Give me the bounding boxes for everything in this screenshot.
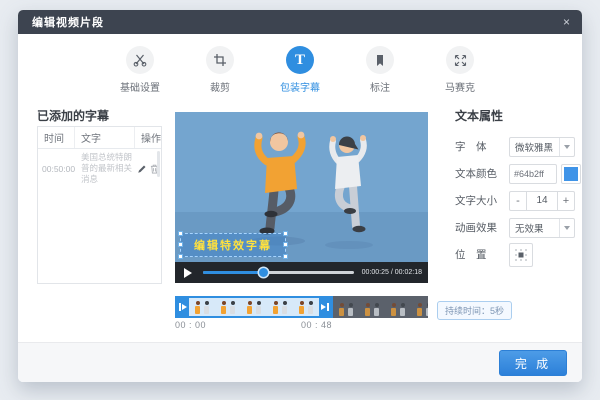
resize-handle[interactable] (283, 231, 288, 236)
chevron-down-icon (559, 138, 574, 156)
timeline-selected-range[interactable] (175, 296, 333, 318)
timeline-thumbnail (411, 308, 428, 316)
progress-fill (203, 271, 263, 274)
timeline-unselected[interactable] (333, 296, 428, 318)
animation-select[interactable]: 无效果 (509, 218, 575, 238)
timeline-thumbnail (189, 306, 215, 314)
edit-pencil-icon[interactable] (137, 164, 147, 174)
play-icon (184, 268, 192, 278)
timeline-thumbnail (333, 308, 359, 316)
subtitle-table-header: 时间 文字 操作 (38, 127, 161, 149)
timeline-thumbnail (359, 308, 385, 316)
subtitle-overlay[interactable]: 编辑特效字幕 (180, 233, 286, 257)
color-swatch-button[interactable] (561, 164, 581, 184)
crop-icon (206, 46, 234, 74)
timeline-strip[interactable] (175, 296, 428, 318)
dialog-titlebar: 编辑视频片段 × (18, 10, 582, 34)
trim-handle-left[interactable] (177, 298, 189, 316)
position-label: 位 置 (455, 247, 509, 262)
tab-subtitle[interactable]: T 包装字幕 (276, 46, 324, 104)
font-size-row: 文字大小 - 14 + (455, 190, 583, 211)
column-header-text: 文字 (75, 127, 135, 148)
timeline-thumbnail (215, 306, 241, 314)
timeline-start-time: 00 : 00 (175, 320, 206, 330)
timeline-end-time: 00 : 48 (301, 320, 332, 330)
play-button[interactable] (175, 262, 201, 283)
animation-label: 动画效果 (455, 220, 509, 235)
resize-handle[interactable] (178, 242, 183, 247)
size-decrease-button[interactable]: - (509, 191, 527, 211)
tab-annotation[interactable]: 标注 (356, 46, 404, 104)
resize-handle[interactable] (283, 254, 288, 259)
row-text: 美国总统特朗普的最新相关消息 (75, 149, 135, 188)
text-icon: T (286, 46, 314, 74)
animation-row: 动画效果 无效果 (455, 217, 583, 238)
text-color-label: 文本颜色 (455, 166, 509, 181)
done-button[interactable]: 完 成 (499, 350, 567, 376)
edit-mode-toolbar: 基础设置 裁剪 T 包装字幕 标注 马赛克 (18, 34, 582, 104)
trim-handle-right[interactable] (319, 298, 331, 316)
subtitle-overlay-text: 编辑特效字幕 (194, 240, 272, 252)
progress-slider[interactable] (203, 262, 354, 283)
timeline-thumbnail (293, 306, 319, 314)
subtitle-list-title: 已添加的字幕 (37, 107, 109, 124)
mosaic-icon (446, 46, 474, 74)
chevron-down-icon (559, 219, 574, 237)
text-properties-panel: 文本属性 字 体 微软雅黑 文本颜色 #64b2ff 文字大小 - 14 + (455, 107, 583, 271)
size-increase-button[interactable]: + (557, 191, 575, 211)
tab-label: 基础设置 (120, 79, 160, 94)
tab-label: 裁剪 (210, 79, 230, 94)
time-display: 00:00:25 / 00:02:18 (362, 269, 422, 276)
tab-crop[interactable]: 裁剪 (196, 46, 244, 104)
column-header-time: 时间 (38, 127, 75, 148)
tab-label: 标注 (370, 79, 390, 94)
tab-basic-settings[interactable]: 基础设置 (116, 46, 164, 104)
text-color-row: 文本颜色 #64b2ff (455, 163, 583, 184)
progress-thumb[interactable] (259, 268, 268, 277)
duration-tooltip: 持续时间：5秒 (437, 301, 512, 320)
video-preview[interactable]: 编辑特效字幕 00:00:25 / 00:02:18 (175, 112, 428, 283)
color-hex-input[interactable]: #64b2ff (509, 164, 557, 184)
column-header-operation: 操作 (135, 127, 161, 148)
tab-mosaic[interactable]: 马赛克 (436, 46, 484, 104)
player-controls: 00:00:25 / 00:02:18 (175, 262, 428, 283)
resize-handle[interactable] (178, 231, 183, 236)
row-time: 00:50:00 (38, 164, 75, 174)
position-grid-icon (514, 248, 528, 262)
font-value: 微软雅黑 (510, 140, 559, 154)
timeline-thumbnail (267, 306, 293, 314)
panel-title: 文本属性 (455, 107, 583, 124)
table-row[interactable]: 00:50:00 美国总统特朗普的最新相关消息 (38, 149, 161, 188)
font-row: 字 体 微软雅黑 (455, 136, 583, 157)
resize-handle[interactable] (178, 254, 183, 259)
timeline-thumbnail (385, 308, 411, 316)
color-swatch (564, 167, 578, 181)
subtitle-table: 时间 文字 操作 00:50:00 美国总统特朗普的最新相关消息 (37, 126, 162, 284)
timeline-thumbnail (241, 306, 267, 314)
font-size-stepper: - 14 + (509, 191, 575, 211)
close-icon[interactable]: × (563, 16, 570, 28)
dialog-footer: 完 成 (18, 342, 582, 382)
font-label: 字 体 (455, 139, 509, 154)
size-value: 14 (527, 191, 557, 211)
font-size-label: 文字大小 (455, 193, 509, 208)
tab-label: 包装字幕 (280, 79, 320, 94)
font-select[interactable]: 微软雅黑 (509, 137, 575, 157)
position-grid-button[interactable] (509, 243, 533, 267)
bookmark-icon (366, 46, 394, 74)
position-row: 位 置 (455, 244, 583, 265)
animation-value: 无效果 (510, 221, 559, 235)
resize-handle[interactable] (283, 242, 288, 247)
edit-video-clip-dialog: 编辑视频片段 × 基础设置 裁剪 T 包装字幕 标注 (18, 10, 582, 382)
table-scrollbar[interactable] (157, 151, 160, 177)
dialog-title: 编辑视频片段 (32, 14, 104, 30)
tab-label: 马赛克 (445, 79, 475, 94)
scissors-icon (126, 46, 154, 74)
